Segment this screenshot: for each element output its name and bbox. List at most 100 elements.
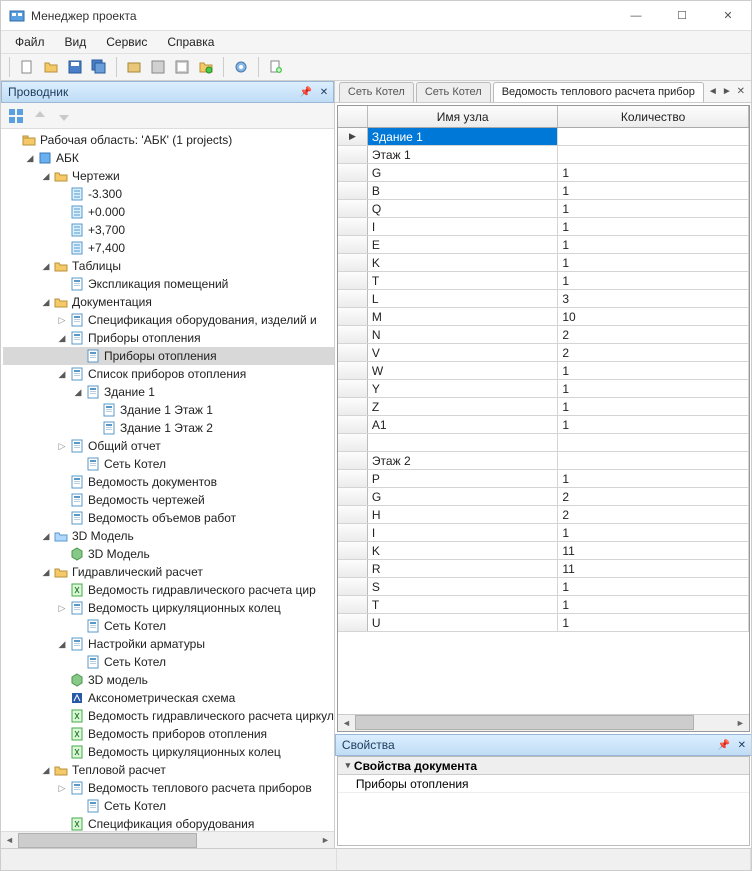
grid-row[interactable]: T1 [338, 596, 749, 614]
cell-quantity[interactable]: 1 [558, 470, 748, 487]
collapse-icon[interactable]: ◢ [39, 171, 53, 182]
tool-button-1[interactable] [123, 56, 145, 78]
cell-node-name[interactable]: I [368, 218, 558, 235]
cell-node-name[interactable]: Y [368, 380, 558, 397]
menu-file[interactable]: Файл [7, 33, 53, 51]
new-button[interactable] [16, 56, 38, 78]
tool-button-4[interactable] [195, 56, 217, 78]
cell-quantity[interactable]: 1 [558, 182, 748, 199]
tree-item[interactable]: ◢Таблицы [3, 257, 334, 275]
row-header[interactable] [338, 272, 368, 289]
cell-node-name[interactable] [368, 434, 558, 451]
cell-node-name[interactable]: I [368, 524, 558, 541]
panel-close-icon[interactable]: ✕ [315, 83, 333, 101]
grid-row[interactable]: Этаж 2 [338, 452, 749, 470]
row-header[interactable] [338, 506, 368, 523]
cell-quantity[interactable] [558, 452, 748, 469]
document-tab[interactable]: Сеть Котел [416, 82, 491, 102]
expand-icon[interactable]: ▷ [55, 783, 69, 794]
cell-quantity[interactable]: 1 [558, 362, 748, 379]
cell-quantity[interactable]: 1 [558, 218, 748, 235]
row-header[interactable] [338, 416, 368, 433]
cell-quantity[interactable]: 2 [558, 506, 748, 523]
cell-quantity[interactable]: 10 [558, 308, 748, 325]
grid-row[interactable]: B1 [338, 182, 749, 200]
grid-row[interactable]: W1 [338, 362, 749, 380]
cell-node-name[interactable]: H [368, 506, 558, 523]
tree-item[interactable]: Сеть Котел [3, 797, 334, 815]
row-header[interactable] [338, 326, 368, 343]
tree-item[interactable]: ◢Гидравлический расчет [3, 563, 334, 581]
grid-row[interactable]: M10 [338, 308, 749, 326]
cell-quantity[interactable]: 11 [558, 542, 748, 559]
menu-view[interactable]: Вид [57, 33, 95, 51]
cell-node-name[interactable]: Этаж 1 [368, 146, 558, 163]
row-header[interactable] [338, 182, 368, 199]
props-category[interactable]: ▾ Свойства документа [338, 757, 749, 775]
cell-quantity[interactable]: 1 [558, 236, 748, 253]
row-header[interactable] [338, 434, 368, 451]
grid-row[interactable]: A11 [338, 416, 749, 434]
expand-icon[interactable]: ▷ [55, 441, 69, 452]
column-node-name[interactable]: Имя узла [368, 106, 558, 127]
cell-quantity[interactable]: 1 [558, 164, 748, 181]
tree-item[interactable]: ◢Документация [3, 293, 334, 311]
cell-quantity[interactable]: 2 [558, 488, 748, 505]
save-button[interactable] [64, 56, 86, 78]
grid-row[interactable]: R11 [338, 560, 749, 578]
tree-item[interactable]: ▷Спецификация оборудования, изделий и [3, 311, 334, 329]
tree-item[interactable]: -3.300 [3, 185, 334, 203]
cell-quantity[interactable]: 2 [558, 344, 748, 361]
tree-view[interactable]: Рабочая область: 'АБК' (1 projects)◢АБК◢… [1, 129, 334, 831]
cell-quantity[interactable] [558, 434, 748, 451]
tree-item[interactable]: +3,700 [3, 221, 334, 239]
grid-row[interactable]: ▶Здание 1 [338, 128, 749, 146]
maximize-button[interactable]: ☐ [659, 1, 705, 31]
cell-node-name[interactable]: L [368, 290, 558, 307]
props-pin-icon[interactable]: 📌 [715, 736, 733, 754]
row-header[interactable] [338, 164, 368, 181]
tree-item[interactable]: 3D Модель [3, 545, 334, 563]
tree-item[interactable]: ◢Список приборов отопления [3, 365, 334, 383]
tree-item[interactable]: ◢Приборы отопления [3, 329, 334, 347]
collapse-icon[interactable]: ◢ [71, 387, 85, 398]
cell-quantity[interactable]: 1 [558, 254, 748, 271]
tool-button-2[interactable] [147, 56, 169, 78]
row-header[interactable] [338, 452, 368, 469]
grid-row[interactable]: I1 [338, 218, 749, 236]
up-arrow-button[interactable] [29, 105, 51, 127]
grid-row[interactable]: L3 [338, 290, 749, 308]
tab-scroll-left[interactable]: ◄ [706, 86, 720, 97]
cell-node-name[interactable]: Здание 1 [368, 128, 558, 145]
tree-item[interactable]: Спецификация оборудования [3, 815, 334, 831]
tree-item[interactable]: Ведомость объемов работ [3, 509, 334, 527]
tree-item[interactable]: Сеть Котел [3, 653, 334, 671]
grid-row[interactable]: N2 [338, 326, 749, 344]
cell-node-name[interactable]: U [368, 614, 558, 631]
tree-horizontal-scrollbar[interactable]: ◄ ► [1, 831, 334, 848]
tree-item[interactable]: ◢АБК [3, 149, 334, 167]
row-header[interactable] [338, 236, 368, 253]
cell-quantity[interactable]: 1 [558, 416, 748, 433]
minimize-button[interactable]: — [613, 1, 659, 31]
pin-icon[interactable]: 📌 [297, 83, 315, 101]
grid-row[interactable]: T1 [338, 272, 749, 290]
tree-item[interactable]: +0.000 [3, 203, 334, 221]
grid-row[interactable]: P1 [338, 470, 749, 488]
tree-item[interactable]: Ведомость циркуляционных колец [3, 743, 334, 761]
tree-item[interactable]: 3D модель [3, 671, 334, 689]
cell-quantity[interactable]: 11 [558, 560, 748, 577]
tree-item[interactable]: Рабочая область: 'АБК' (1 projects) [3, 131, 334, 149]
grid-row[interactable]: V2 [338, 344, 749, 362]
collapse-icon[interactable]: ◢ [39, 531, 53, 542]
cell-node-name[interactable]: Z [368, 398, 558, 415]
tree-item[interactable]: ▷Общий отчет [3, 437, 334, 455]
column-quantity[interactable]: Количество [558, 106, 748, 127]
grid-row[interactable]: U1 [338, 614, 749, 632]
cell-node-name[interactable]: W [368, 362, 558, 379]
cell-node-name[interactable]: A1 [368, 416, 558, 433]
row-header[interactable] [338, 524, 368, 541]
row-header[interactable] [338, 146, 368, 163]
close-button[interactable]: ✕ [705, 1, 751, 31]
tree-item[interactable]: ◢Чертежи [3, 167, 334, 185]
